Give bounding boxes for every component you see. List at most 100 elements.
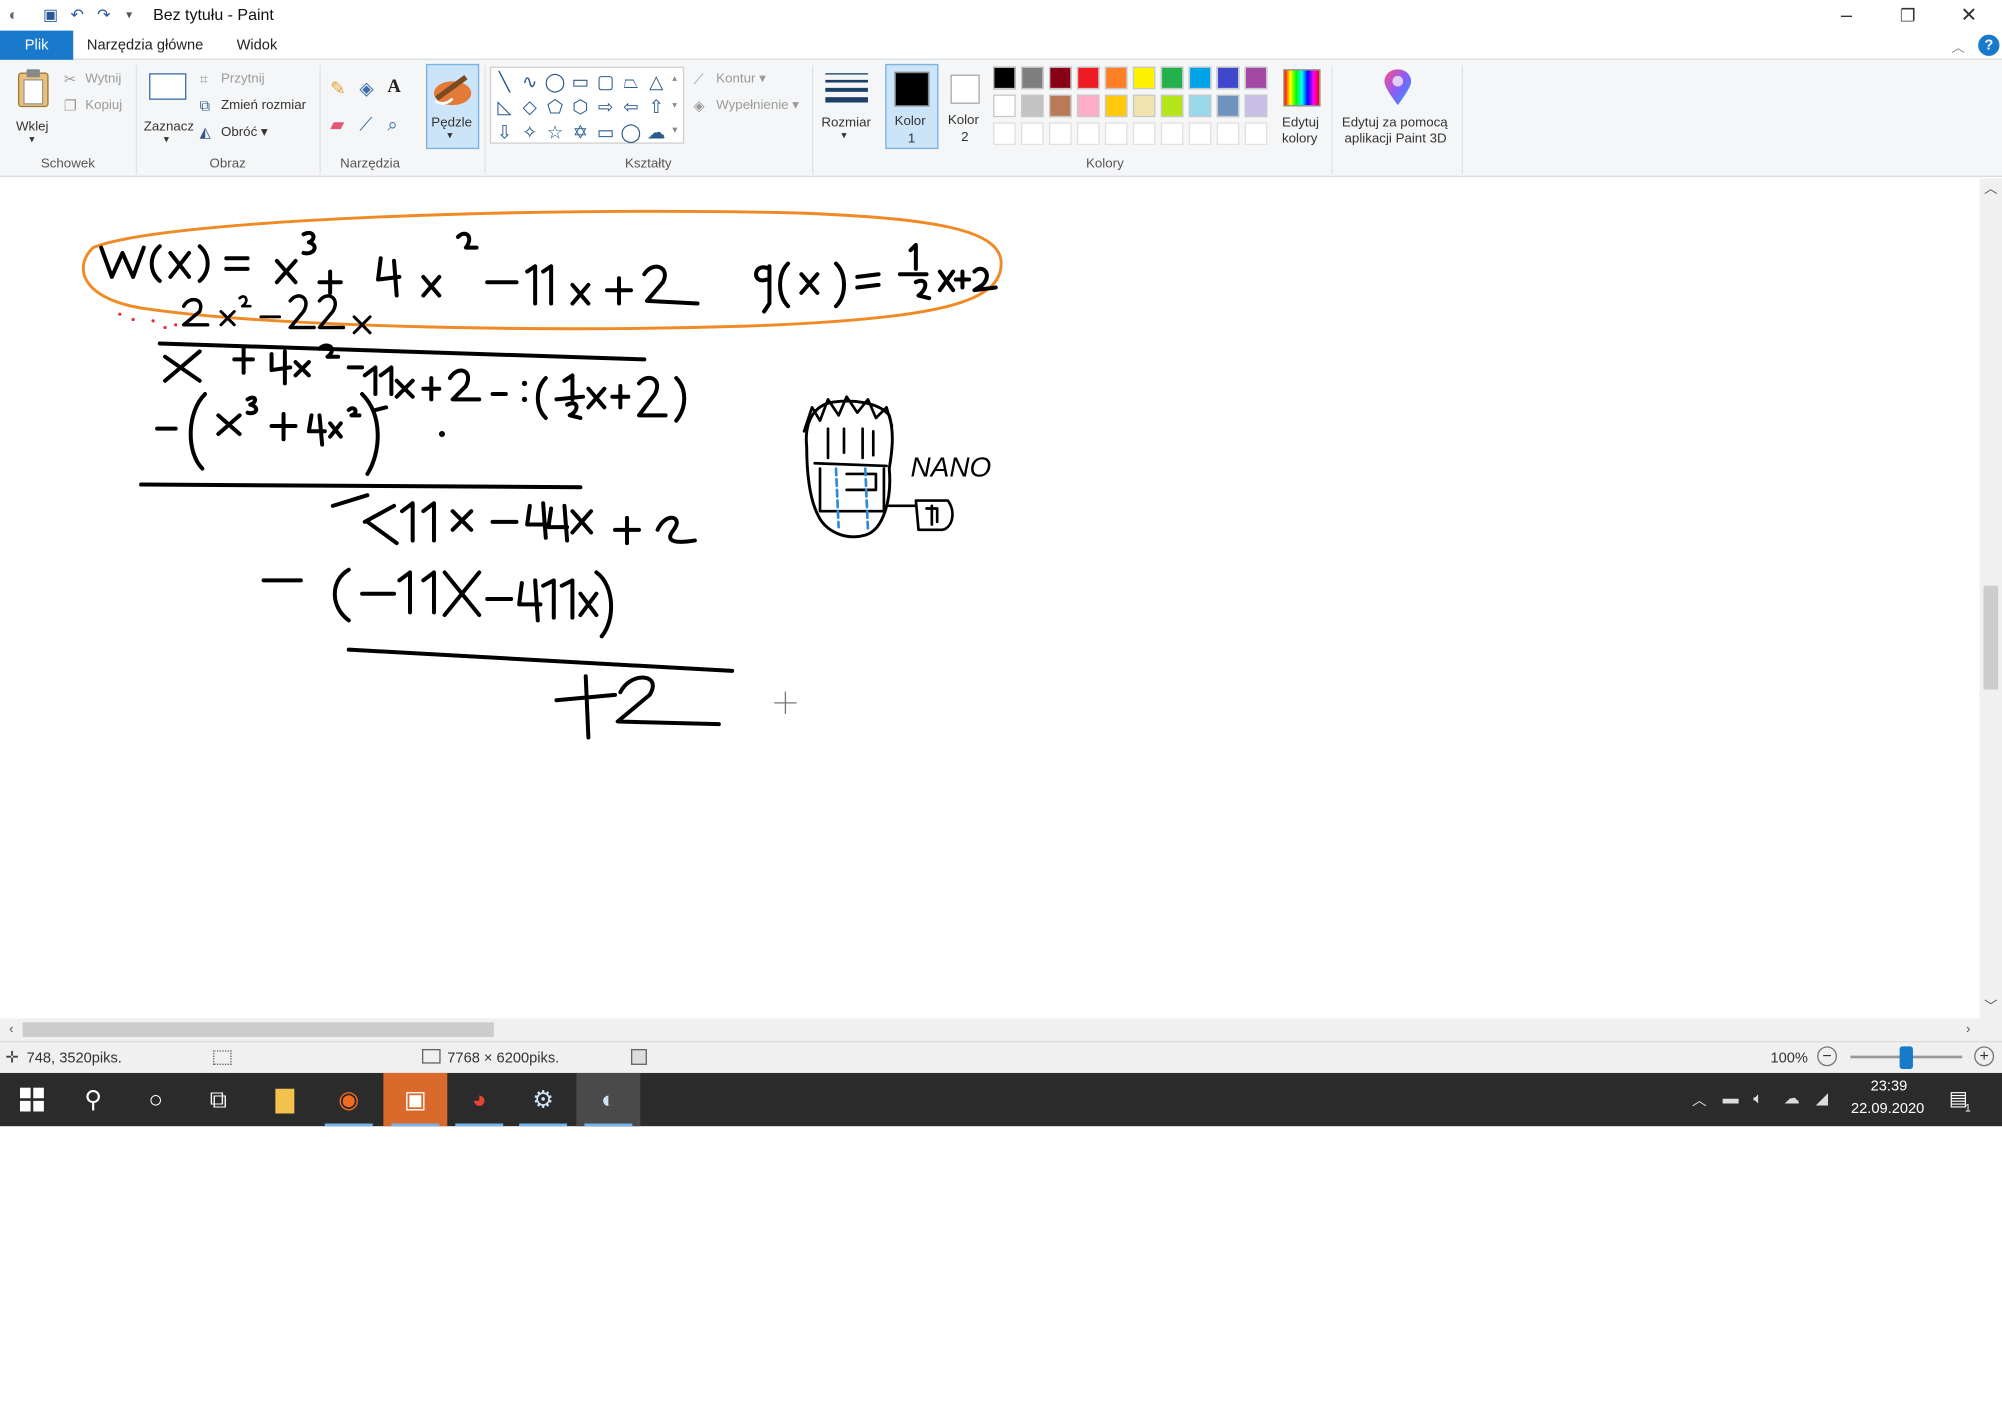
palette-swatch-empty[interactable] (1188, 122, 1212, 146)
steam-icon[interactable]: ⚙ (511, 1073, 575, 1127)
callout-rect-shape-icon[interactable]: ▭ (595, 121, 616, 142)
palette-swatch-empty[interactable] (1048, 122, 1072, 146)
hexagon-shape-icon[interactable]: ⬡ (570, 96, 591, 117)
start-button[interactable] (0, 1073, 64, 1126)
right-triangle-shape-icon[interactable]: ◺ (494, 96, 515, 117)
canvas-area[interactable]: NANO (0, 178, 2002, 1019)
customize-quick-access-icon[interactable]: ▾ (118, 4, 139, 25)
star6-shape-icon[interactable]: ✡ (570, 121, 591, 142)
network-icon[interactable]: ◢ (1816, 1089, 1828, 1108)
battery-icon[interactable]: ▬ (1723, 1089, 1739, 1108)
file-explorer-icon[interactable]: ▇ (253, 1073, 317, 1126)
app-icon-orange[interactable]: ▣ (383, 1072, 448, 1127)
oval-shape-icon[interactable]: ◯ (544, 71, 566, 92)
select-button[interactable]: Zaznacz ▾ (144, 65, 195, 148)
undo-icon[interactable]: ↶ (67, 4, 88, 25)
scroll-up-arrow-icon[interactable]: ︿ (1979, 178, 2002, 201)
brushes-button[interactable]: Pędzle ▾ (425, 63, 480, 150)
palette-swatch-empty[interactable] (1104, 122, 1128, 146)
arrow-up-shape-icon[interactable]: ⇧ (646, 96, 667, 117)
horizontal-scrollbar[interactable]: ‹ › (0, 1018, 1980, 1041)
palette-swatch[interactable] (1132, 66, 1156, 90)
paste-button[interactable]: Wklej ▾ (8, 65, 59, 148)
palette-swatch[interactable] (1021, 94, 1044, 118)
palette-swatch-empty[interactable] (1244, 122, 1268, 146)
fill-bucket-icon[interactable]: ◈ (359, 77, 373, 98)
pencil-icon[interactable]: ✎ (330, 77, 346, 98)
palette-swatch[interactable] (1048, 94, 1072, 118)
collapse-ribbon-icon[interactable]: ︿ (1952, 36, 1965, 56)
close-button[interactable]: ✕ (1938, 0, 1999, 31)
palette-swatch[interactable] (1104, 66, 1128, 90)
help-icon[interactable]: ? (1978, 34, 2000, 56)
palette-swatch[interactable] (993, 94, 1016, 118)
redo-icon[interactable]: ↷ (93, 4, 114, 25)
onedrive-icon[interactable]: ☁ (1784, 1089, 1800, 1108)
palette-swatch[interactable] (1188, 94, 1212, 118)
tab-widok[interactable]: Widok (224, 31, 291, 60)
size-button[interactable]: Rozmiar ▾ (817, 65, 876, 148)
zoom-slider-thumb[interactable] (1899, 1046, 1913, 1069)
palette-swatch[interactable] (1188, 66, 1212, 90)
task-view-icon[interactable]: ⧉ (186, 1073, 250, 1126)
palette-swatch[interactable] (993, 66, 1016, 90)
palette-swatch-empty[interactable] (1132, 122, 1156, 146)
rounded-rectangle-shape-icon[interactable]: ▢ (595, 71, 616, 92)
palette-swatch-empty[interactable] (1160, 122, 1184, 146)
color2-button[interactable]: Kolor 2 (940, 64, 993, 149)
vertical-scrollbar[interactable]: ︿ ﹀ (1979, 178, 2002, 1019)
paint-app-icon[interactable]: ◐ (3, 4, 24, 25)
chrome-icon[interactable]: ◕ (447, 1073, 511, 1127)
palette-swatch[interactable] (1076, 66, 1100, 90)
star4-shape-icon[interactable]: ✧ (519, 121, 540, 142)
palette-swatch[interactable] (1076, 94, 1100, 118)
callout-oval-shape-icon[interactable]: ◯ (620, 121, 642, 142)
clock-time[interactable]: 23:39 (1853, 1078, 1925, 1094)
diamond-shape-icon[interactable]: ◇ (519, 96, 540, 117)
triangle-shape-icon[interactable]: △ (646, 71, 667, 92)
palette-swatch[interactable] (1132, 94, 1156, 118)
rotate-button[interactable]: Obróć ▾ (221, 125, 268, 140)
minimize-button[interactable]: – (1816, 0, 1877, 31)
arrow-left-shape-icon[interactable]: ⇦ (620, 96, 641, 117)
clock-date[interactable]: 22.09.2020 (1848, 1101, 1928, 1117)
expand-gallery-icon[interactable]: ▾ (672, 124, 677, 136)
tab-narzedzia-glowne[interactable]: Narzędzia główne (80, 31, 210, 60)
curve-shape-icon[interactable]: ∿ (519, 71, 540, 92)
cut-button[interactable]: Wytnij (85, 72, 121, 87)
tab-plik[interactable]: Plik (0, 30, 74, 60)
shapes-gallery[interactable]: ╲ ∿ ◯ ▭ ▢ ⏢ △ ◺ ◇ ⬠ ⬡ ⇨ ⇦ ⇧ ⇩ ✧ ☆ ✡ ▭ ◯ … (489, 66, 685, 144)
pentagon-shape-icon[interactable]: ⬠ (544, 96, 565, 117)
scroll-right-arrow-icon[interactable]: › (1957, 1018, 1980, 1041)
edit-colors-button[interactable]: Edytuj kolory (1275, 65, 1328, 148)
volume-icon[interactable]: 🔈︎ (1753, 1089, 1763, 1109)
cortana-icon[interactable]: ○ (124, 1073, 188, 1126)
scroll-left-arrow-icon[interactable]: ‹ (0, 1018, 23, 1041)
show-hidden-icons-icon[interactable]: ︿ (1692, 1089, 1707, 1110)
restore-button[interactable]: ❐ (1877, 0, 1938, 31)
palette-swatch-empty[interactable] (1076, 122, 1100, 146)
arrow-down-shape-icon[interactable]: ⇩ (494, 121, 515, 142)
vertical-scroll-thumb[interactable] (1983, 585, 1999, 690)
zoom-in-button[interactable]: + (1974, 1046, 1995, 1067)
drawing-canvas[interactable]: NANO (0, 178, 1979, 1018)
magnifier-icon[interactable]: ⌕ (387, 113, 397, 134)
palette-swatch[interactable] (1104, 94, 1128, 118)
fill-dropdown[interactable]: Wypełnienie ▾ (716, 99, 799, 114)
text-tool-icon[interactable]: A (387, 77, 400, 98)
rectangle-shape-icon[interactable]: ▭ (570, 71, 591, 92)
palette-swatch-empty[interactable] (1021, 122, 1044, 146)
polygon-shape-icon[interactable]: ⏢ (620, 71, 641, 92)
search-icon[interactable]: ⚲ (61, 1073, 125, 1126)
palette-swatch[interactable] (1244, 94, 1268, 118)
copy-button[interactable]: Kopiuj (85, 99, 122, 114)
palette-swatch[interactable] (1216, 94, 1240, 118)
color1-button[interactable]: Kolor 1 (885, 63, 939, 150)
palette-swatch[interactable] (1160, 94, 1184, 118)
media-player-icon[interactable]: ◉ (317, 1073, 381, 1127)
paint-taskbar-icon[interactable]: ◐ (576, 1072, 641, 1127)
color-picker-icon[interactable]: ⟋ (359, 113, 372, 134)
palette-swatch-empty[interactable] (993, 122, 1016, 146)
save-icon[interactable]: ▣ (40, 4, 61, 25)
zoom-out-button[interactable]: − (1817, 1046, 1838, 1067)
